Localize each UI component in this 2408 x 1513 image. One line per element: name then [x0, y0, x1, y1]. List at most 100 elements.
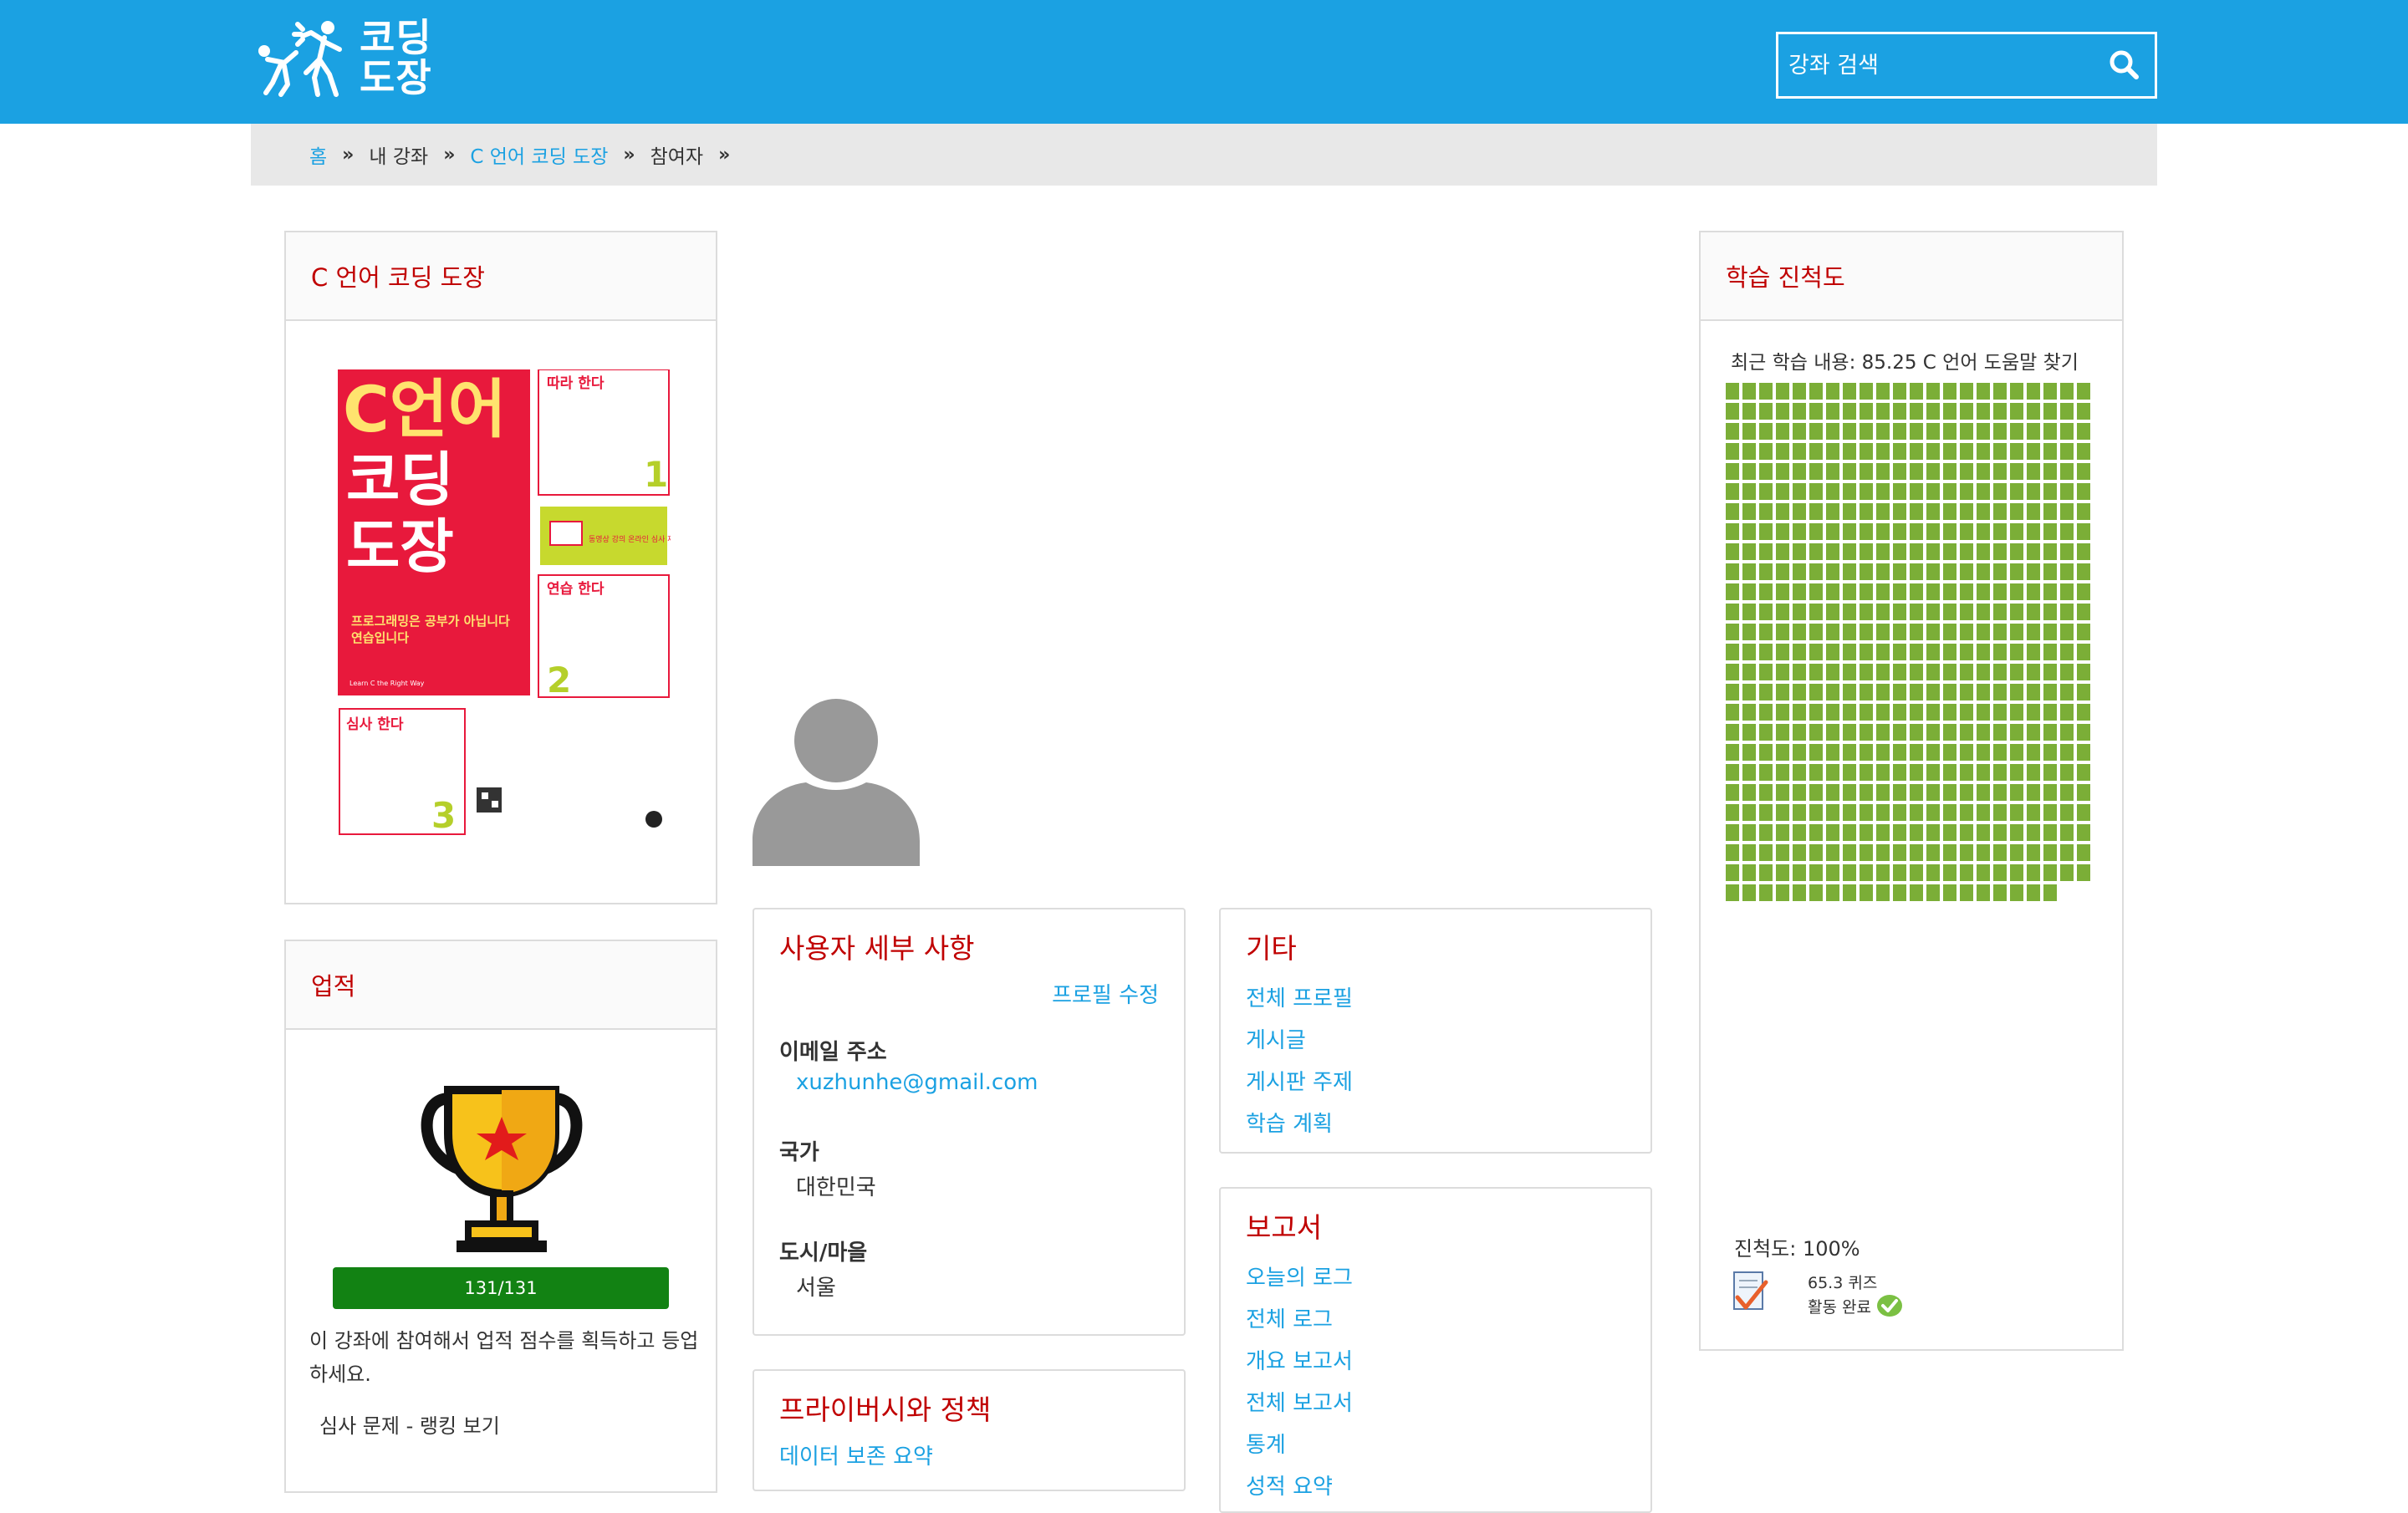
progress-cell[interactable]: [1910, 644, 1923, 660]
progress-cell[interactable]: [1943, 744, 1956, 761]
progress-cell[interactable]: [1993, 423, 2007, 440]
progress-cell[interactable]: [1776, 844, 1789, 861]
progress-cell[interactable]: [1826, 824, 1839, 841]
progress-cell[interactable]: [1893, 784, 1906, 801]
progress-cell[interactable]: [1742, 844, 1756, 861]
progress-cell[interactable]: [1809, 523, 1823, 540]
progress-cell[interactable]: [1910, 543, 1923, 560]
progress-cell[interactable]: [2010, 884, 2023, 901]
progress-cell[interactable]: [2060, 383, 2074, 400]
progress-cell[interactable]: [1759, 864, 1773, 881]
progress-cell[interactable]: [1960, 604, 1973, 620]
progress-cell[interactable]: [1826, 844, 1839, 861]
progress-cell[interactable]: [1759, 563, 1773, 580]
progress-cell[interactable]: [1860, 563, 1873, 580]
progress-cell[interactable]: [1726, 463, 1739, 480]
progress-cell[interactable]: [1910, 704, 1923, 721]
progress-cell[interactable]: [1943, 543, 1956, 560]
progress-cell[interactable]: [1826, 423, 1839, 440]
progress-cell[interactable]: [1776, 724, 1789, 741]
outline-report-link[interactable]: 개요 보고서: [1246, 1341, 1353, 1383]
progress-cell[interactable]: [1926, 624, 1940, 640]
progress-cell[interactable]: [1843, 523, 1856, 540]
progress-cell[interactable]: [1826, 864, 1839, 881]
progress-cell[interactable]: [1726, 583, 1739, 600]
progress-cell[interactable]: [1926, 443, 1940, 460]
progress-cell[interactable]: [1843, 784, 1856, 801]
progress-cell[interactable]: [1742, 804, 1756, 821]
progress-cell[interactable]: [1809, 824, 1823, 841]
progress-cell[interactable]: [2060, 403, 2074, 420]
progress-cell[interactable]: [1977, 583, 1990, 600]
progress-cell[interactable]: [1742, 423, 1756, 440]
progress-cell[interactable]: [1759, 443, 1773, 460]
progress-cell[interactable]: [1893, 563, 1906, 580]
progress-cell[interactable]: [2077, 463, 2090, 480]
progress-cell[interactable]: [1759, 583, 1773, 600]
progress-cell[interactable]: [1910, 523, 1923, 540]
progress-cell[interactable]: [1893, 844, 1906, 861]
progress-cell[interactable]: [2077, 383, 2090, 400]
progress-cell[interactable]: [1977, 684, 1990, 700]
progress-cell[interactable]: [1943, 804, 1956, 821]
progress-cell[interactable]: [1960, 443, 1973, 460]
progress-cell[interactable]: [1860, 744, 1873, 761]
progress-cell[interactable]: [2010, 563, 2023, 580]
progress-cell[interactable]: [1776, 744, 1789, 761]
progress-cell[interactable]: [1793, 543, 1806, 560]
progress-cell[interactable]: [1826, 704, 1839, 721]
progress-cell[interactable]: [1726, 604, 1739, 620]
progress-cell[interactable]: [1726, 563, 1739, 580]
progress-cell[interactable]: [1977, 624, 1990, 640]
progress-cell[interactable]: [2010, 644, 2023, 660]
progress-cell[interactable]: [1843, 423, 1856, 440]
progress-cell[interactable]: [1759, 824, 1773, 841]
posts-link[interactable]: 게시글: [1246, 1020, 1353, 1062]
progress-cell[interactable]: [1759, 664, 1773, 680]
progress-cell[interactable]: [2010, 784, 2023, 801]
progress-cell[interactable]: [1876, 583, 1890, 600]
progress-cell[interactable]: [1926, 403, 1940, 420]
progress-cell[interactable]: [1893, 463, 1906, 480]
progress-cell[interactable]: [1893, 403, 1906, 420]
progress-cell[interactable]: [1993, 864, 2007, 881]
progress-cell[interactable]: [1910, 443, 1923, 460]
progress-cell[interactable]: [1926, 804, 1940, 821]
progress-cell[interactable]: [2077, 804, 2090, 821]
progress-cell[interactable]: [1793, 503, 1806, 520]
progress-cell[interactable]: [1943, 624, 1956, 640]
progress-cell[interactable]: [2027, 804, 2040, 821]
progress-cell[interactable]: [1960, 864, 1973, 881]
progress-cell[interactable]: [1759, 523, 1773, 540]
progress-cell[interactable]: [1977, 543, 1990, 560]
progress-cell[interactable]: [1826, 744, 1839, 761]
progress-cell[interactable]: [1960, 724, 1973, 741]
progress-cell[interactable]: [1843, 804, 1856, 821]
progress-cell[interactable]: [1793, 604, 1806, 620]
progress-cell[interactable]: [1826, 383, 1839, 400]
progress-cell[interactable]: [1809, 463, 1823, 480]
progress-cell[interactable]: [2077, 624, 2090, 640]
all-logs-link[interactable]: 전체 로그: [1246, 1299, 1353, 1341]
progress-cell[interactable]: [1726, 784, 1739, 801]
progress-cell[interactable]: [1960, 884, 1973, 901]
progress-cell[interactable]: [1776, 423, 1789, 440]
progress-cell[interactable]: [2060, 604, 2074, 620]
progress-cell[interactable]: [1943, 583, 1956, 600]
progress-cell[interactable]: [2077, 403, 2090, 420]
statistics-link[interactable]: 통계: [1246, 1424, 1353, 1466]
progress-cell[interactable]: [1926, 483, 1940, 500]
progress-cell[interactable]: [2043, 604, 2057, 620]
progress-cell[interactable]: [1910, 403, 1923, 420]
progress-cell[interactable]: [1876, 563, 1890, 580]
progress-cell[interactable]: [1776, 403, 1789, 420]
progress-cell[interactable]: [1776, 804, 1789, 821]
progress-cell[interactable]: [1960, 543, 1973, 560]
progress-cell[interactable]: [1843, 764, 1856, 781]
progress-cell[interactable]: [1960, 483, 1973, 500]
progress-cell[interactable]: [1910, 383, 1923, 400]
progress-cell[interactable]: [1977, 704, 1990, 721]
progress-cell[interactable]: [2043, 664, 2057, 680]
progress-cell[interactable]: [1977, 844, 1990, 861]
progress-cell[interactable]: [1843, 824, 1856, 841]
